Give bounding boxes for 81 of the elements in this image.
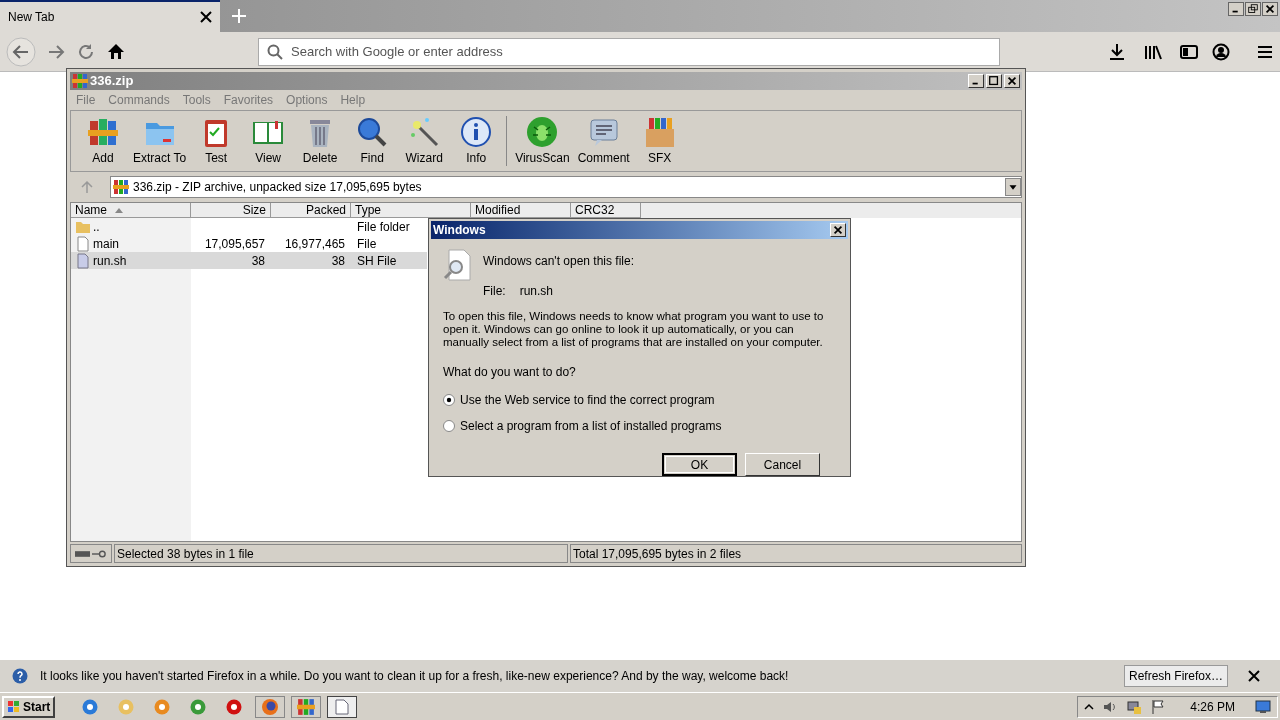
file-size: 17,095,657 [204,236,265,251]
close-icon[interactable] [1262,2,1278,16]
browser-tab[interactable]: New Tab [0,0,220,32]
dialog-button[interactable]: OK [662,453,737,476]
toolbar-button[interactable]: VirusScan [511,115,574,167]
download-icon[interactable] [1108,42,1126,61]
file-icon [75,252,91,269]
dialog-title: Windows [433,222,487,239]
dropdown-icon[interactable] [1005,178,1021,196]
column-header[interactable]: Packed [271,203,351,218]
toolbar-button[interactable]: View [242,115,295,167]
file-type: File [357,236,377,251]
maximize-icon[interactable] [986,74,1002,88]
toolbar-button[interactable]: Info [450,115,503,167]
network-icon[interactable] [1126,698,1143,715]
status-text: Total 17,095,695 bytes in 2 files [573,545,742,563]
path-field[interactable]: 336.zip - ZIP archive, unpacked size 17,095,695 bytes [110,176,1022,198]
packed-size: 38 [331,253,345,268]
plus-icon[interactable] [232,9,246,23]
taskbar-button[interactable] [255,695,286,718]
toolbar-button[interactable]: Comment [573,115,634,167]
file-name: run.sh [519,283,554,300]
radio-button[interactable] [443,420,455,432]
toolbar-button[interactable]: Find [346,115,399,167]
circle-icon[interactable] [225,697,244,716]
windows-logo-icon [7,699,21,714]
file-name: .. [93,218,100,235]
radio-option[interactable]: Use the Web service to find the correct program [443,391,836,409]
toolbar-button[interactable]: Extract To [129,115,191,167]
sidebar-icon[interactable] [1180,42,1198,61]
close-icon[interactable] [1248,670,1260,682]
toolbar-button[interactable]: Test [190,115,243,167]
dialog-description: To open this file, Windows needs to know what program you want to use to open it. Windows can go online to look it up automatically, or you can manually select from a list of programs that are installed on your computer. [443,310,825,349]
chevron-up-icon[interactable] [1084,701,1095,712]
file-type: SH File [357,253,397,268]
back-icon[interactable] [6,36,36,67]
file-type: File folder [357,219,410,234]
packed-size: 16,977,465 [284,236,345,251]
column-header[interactable]: Size [191,203,271,218]
dialog-button[interactable]: Cancel [745,453,820,476]
file-name: main [93,235,119,252]
file-label: File: [483,283,506,300]
archive-icon [113,179,129,195]
restore-icon[interactable] [1245,2,1261,16]
key-icon [92,549,107,558]
status-text: Selected 38 bytes in 1 file [117,545,254,563]
start-button[interactable]: Start [2,695,56,718]
file-row[interactable]: main 17,095,657 16,977,465 File [71,235,427,252]
question-icon [12,668,28,684]
file-size: 38 [251,253,265,268]
bug-icon [525,115,560,149]
clock: 4:26 PM [1190,698,1235,716]
document-search-icon [443,249,471,281]
sort-arrow-icon [115,207,123,213]
show-desktop-icon[interactable] [1255,699,1271,714]
info-icon [459,115,494,149]
window-title: 336.zip [90,72,135,91]
file-row[interactable]: run.sh 38 38 SH File [71,252,427,269]
refresh-firefox-button[interactable]: Refresh Firefox… [1123,665,1228,687]
toolbar-button[interactable]: Add [77,115,129,167]
file-row[interactable]: .. File folder [71,218,427,235]
search-icon [267,43,283,60]
notification-text: It looks like you haven't started Firefox in a while. Do you want to clean it up for a fresh, like-new experience? And by the way, welcome back! [40,668,790,685]
radio-button[interactable] [443,394,455,406]
document-icon [335,698,350,715]
toolbar-button[interactable]: Wizard [398,115,451,167]
file-name: run.sh [93,252,127,269]
toolbar-button[interactable]: Delete [294,115,347,167]
dialog-heading: Windows can't open this file: [483,253,635,270]
archive-icon [297,697,316,716]
radio-option[interactable]: Select a program from a list of installed programs [443,417,836,435]
close-icon[interactable] [200,11,212,23]
archive-icon [72,73,88,89]
flag-icon[interactable] [1150,698,1167,715]
taskbar-button[interactable] [327,695,358,718]
file-icon [75,235,91,252]
dialog-question: What do you want to do? [443,364,577,381]
toolbar-button[interactable]: SFX [633,115,686,167]
drive-icon [75,549,90,558]
account-icon[interactable] [1212,42,1230,61]
home-icon[interactable] [106,41,126,62]
